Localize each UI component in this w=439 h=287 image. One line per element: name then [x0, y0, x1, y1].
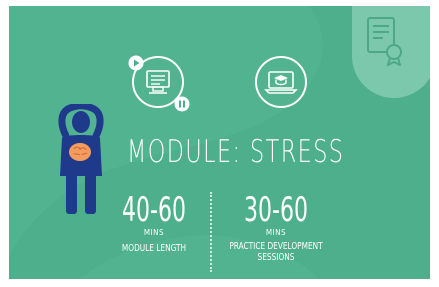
- certificate-icon: [367, 17, 402, 66]
- laptop-graduation-icon: [255, 56, 307, 108]
- module-length-stat: 40-60 MINS MODULE LENGTH: [109, 192, 199, 254]
- brain-icon: [69, 143, 91, 161]
- play-icon: [128, 55, 144, 71]
- module-card: MODULE: STRESS 40-60 MINS MODULE LENGTH …: [9, 6, 430, 279]
- certificate-badge: [352, 6, 430, 98]
- module-length-value: 40-60: [122, 190, 186, 230]
- practice-sessions-value: 30-60: [244, 190, 308, 230]
- stressed-person-icon: [58, 104, 104, 214]
- stats-divider: [210, 192, 212, 272]
- video-lesson-icon: [128, 55, 190, 112]
- module-title: MODULE: STRESS: [127, 134, 345, 170]
- practice-sessions-stat: 30-60 MINS PRACTICE DEVELOPMENT SESSIONS: [216, 192, 336, 263]
- practice-sessions-label: PRACTICE DEVELOPMENT SESSIONS: [229, 241, 323, 263]
- pause-icon: [174, 96, 190, 112]
- module-length-label: MODULE LENGTH: [121, 243, 187, 254]
